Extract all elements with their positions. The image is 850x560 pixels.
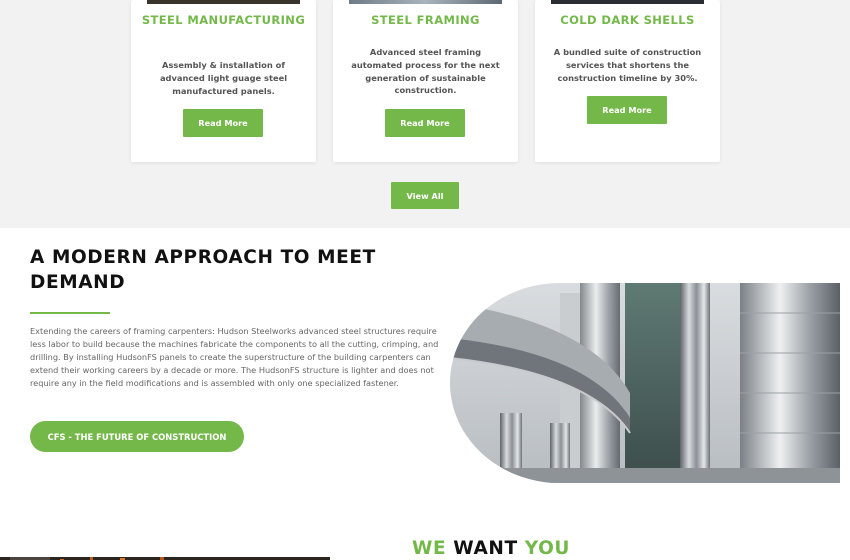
- service-card-steel-framing: STEEL FRAMING Advanced steel framing aut…: [333, 0, 518, 162]
- read-more-button[interactable]: Read More: [587, 96, 667, 124]
- card-title: STEEL MANUFACTURING: [141, 13, 306, 27]
- section-heading: A MODERN APPROACH TO MEET DEMAND: [30, 247, 376, 293]
- card-image: [349, 0, 502, 4]
- service-card-cold-dark-shells: COLD DARK SHELLS A bundled suite of cons…: [535, 0, 720, 162]
- card-text: Assembly & installation of advanced ligh…: [159, 60, 288, 96]
- services-section: STEEL MANUFACTURING Assembly & installat…: [0, 0, 850, 228]
- card-text: A bundled suite of construction services…: [553, 47, 702, 83]
- card-text: Advanced steel framing automated process…: [351, 47, 500, 96]
- card-title: COLD DARK SHELLS: [560, 13, 695, 27]
- read-more-button[interactable]: Read More: [183, 109, 263, 137]
- steel-building-illustration: [450, 283, 840, 483]
- heading-word: WANT: [453, 538, 518, 559]
- view-all-button[interactable]: View All: [391, 182, 459, 209]
- heading-word: WE: [412, 538, 447, 559]
- service-card-steel-manufacturing: STEEL MANUFACTURING Assembly & installat…: [131, 0, 316, 162]
- building-photo: [450, 283, 840, 483]
- section-body-text: Extending the careers of framing carpent…: [30, 326, 439, 388]
- card-image: [551, 0, 704, 4]
- card-title: STEEL FRAMING: [371, 13, 480, 27]
- read-more-button[interactable]: Read More: [385, 109, 465, 137]
- card-image: [147, 0, 300, 4]
- cfs-future-button[interactable]: CFS - THE FUTURE OF CONSTRUCTION: [30, 421, 244, 452]
- heading-underline: [30, 312, 110, 314]
- heading-word: YOU: [524, 538, 571, 559]
- workers-photo: [0, 551, 330, 560]
- we-want-you-heading: WE WANT YOU: [412, 538, 570, 559]
